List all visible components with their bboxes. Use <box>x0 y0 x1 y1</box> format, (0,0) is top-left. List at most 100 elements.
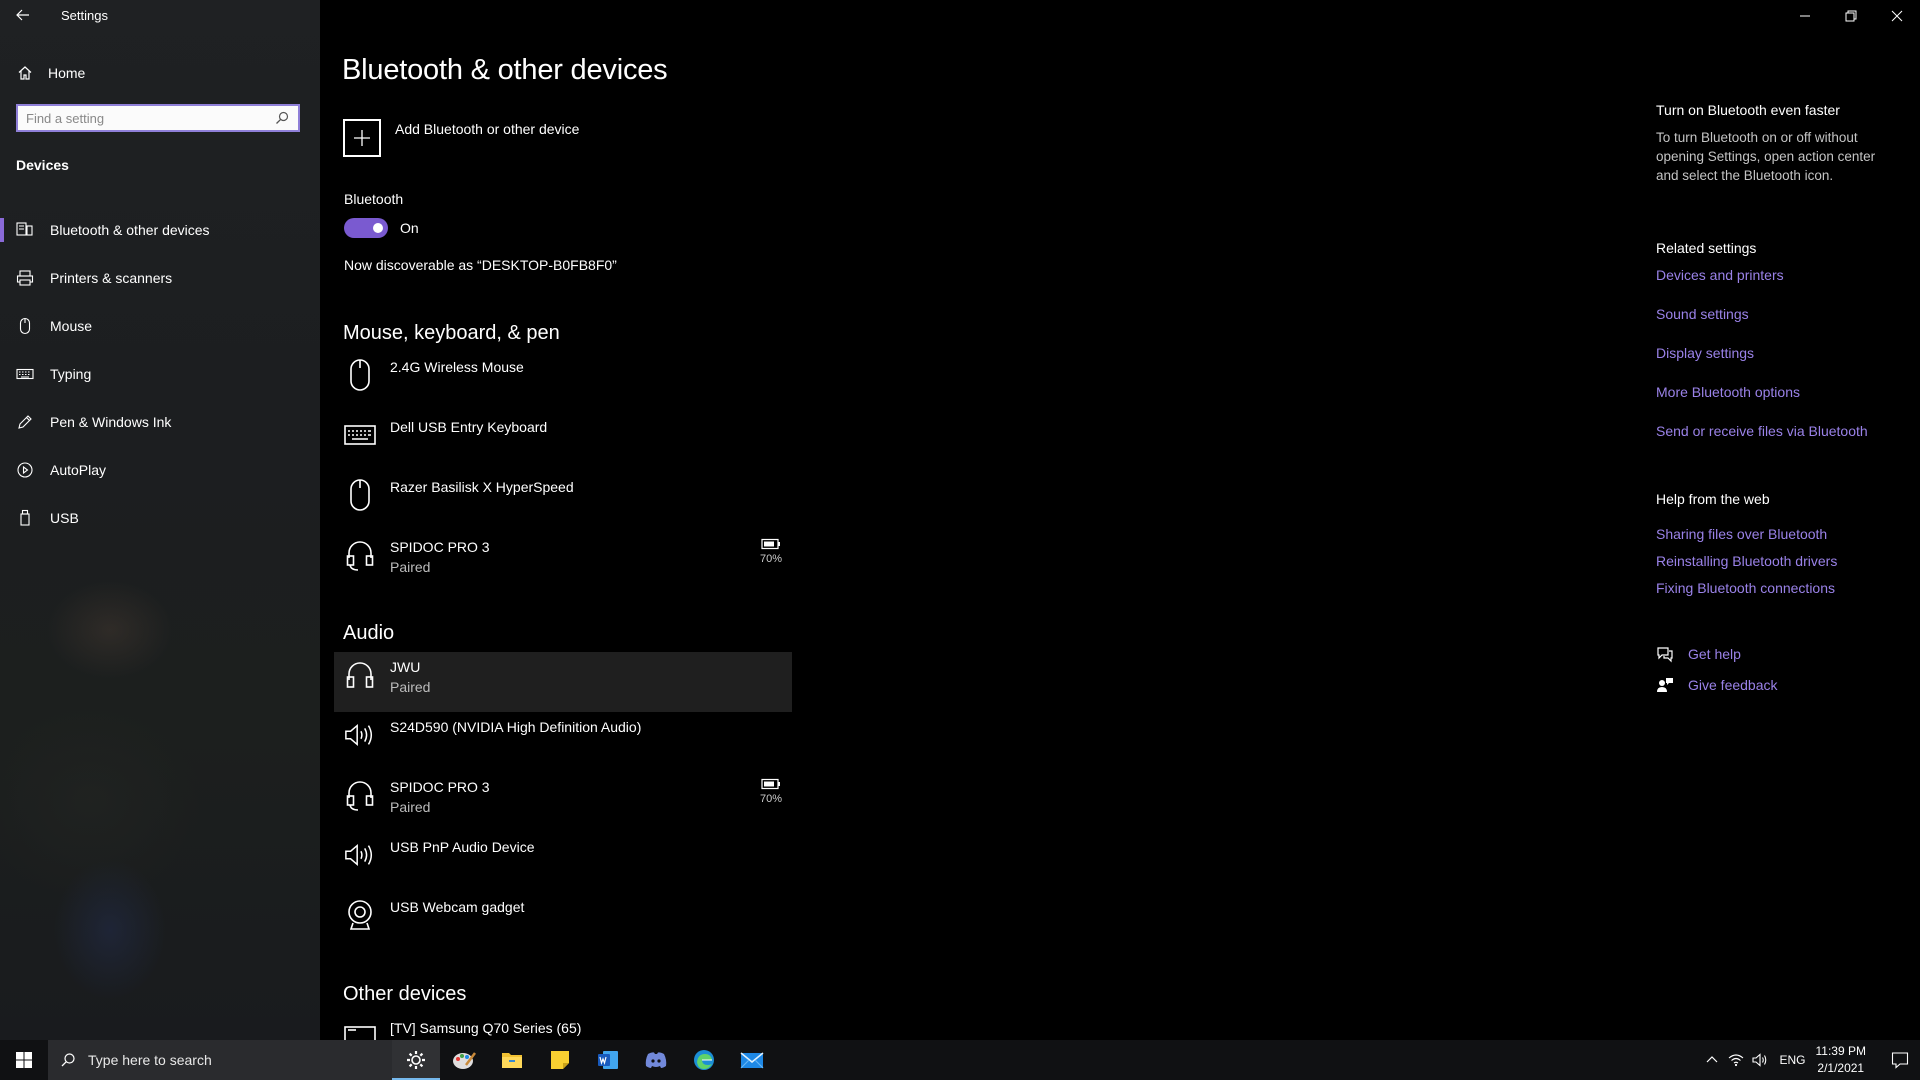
sidebar-item-pen[interactable]: Pen & Windows Ink <box>0 398 320 446</box>
headset-icon <box>344 538 376 572</box>
link-sound-settings[interactable]: Sound settings <box>1656 306 1749 322</box>
sidebar-item-typing[interactable]: Typing <box>0 350 320 398</box>
search-icon <box>61 1053 75 1067</box>
sidebar-item-usb[interactable]: USB <box>0 494 320 542</box>
taskbar: Type here to search ENG 11:39 PM 2/1/202… <box>0 1040 1920 1080</box>
sidebar-home[interactable]: Home <box>16 62 85 84</box>
sidebar-item-label: Mouse <box>50 318 93 334</box>
link-more-bluetooth-options[interactable]: More Bluetooth options <box>1656 384 1800 400</box>
link-send-receive-files[interactable]: Send or receive files via Bluetooth <box>1656 423 1868 439</box>
device-name: Dell USB Entry Keyboard <box>390 419 548 435</box>
home-label: Home <box>48 65 86 81</box>
device-row[interactable]: S24D590 (NVIDIA High Definition Audio) <box>334 712 792 772</box>
system-tray: ENG 11:39 PM 2/1/2021 <box>1700 1040 1920 1080</box>
back-button[interactable] <box>12 4 34 26</box>
device-row[interactable]: JWU Paired <box>334 652 792 712</box>
tip-text: To turn Bluetooth on or off without open… <box>1656 130 1876 183</box>
group-title-mouse-keyboard-pen: Mouse, keyboard, & pen <box>343 322 560 344</box>
settings-icon[interactable] <box>392 1040 440 1080</box>
link-reinstalling-drivers[interactable]: Reinstalling Bluetooth drivers <box>1656 553 1837 569</box>
sidebar-item-mouse[interactable]: Mouse <box>0 302 320 350</box>
link-fixing-connections[interactable]: Fixing Bluetooth connections <box>1656 580 1835 596</box>
device-name: [TV] Samsung Q70 Series (65) <box>390 1020 582 1036</box>
battery-icon <box>761 538 780 550</box>
device-row[interactable]: Dell USB Entry Keyboard <box>334 412 792 472</box>
notification-icon <box>1891 1052 1909 1069</box>
link-sharing-files[interactable]: Sharing files over Bluetooth <box>1656 526 1827 542</box>
keyboard-icon <box>344 418 376 452</box>
device-name: 2.4G Wireless Mouse <box>390 359 524 375</box>
give-feedback-label: Give feedback <box>1688 677 1778 693</box>
chevron-up-icon[interactable] <box>1701 1040 1723 1080</box>
bluetooth-label: Bluetooth <box>344 191 404 207</box>
main-content: Bluetooth & other devices Add Bluetooth … <box>320 0 1600 1040</box>
minimize-icon <box>1800 15 1810 17</box>
windows-logo-icon <box>16 1052 32 1068</box>
autoplay-icon <box>16 461 34 479</box>
clock[interactable]: 11:39 PM 2/1/2021 <box>1816 1043 1866 1077</box>
restore-icon <box>1845 10 1857 22</box>
discoverable-text: Now discoverable as “DESKTOP-B0FB8F0” <box>344 257 617 273</box>
sticky-notes-icon[interactable] <box>536 1040 584 1080</box>
headphones-icon <box>344 658 376 692</box>
sidebar-item-bluetooth[interactable]: Bluetooth & other devices <box>0 206 320 254</box>
search-icon[interactable] <box>272 108 292 128</box>
keyboard-icon <box>16 365 34 383</box>
printer-icon <box>16 269 34 287</box>
add-device-button[interactable]: Add Bluetooth or other device <box>343 119 579 157</box>
add-device-label: Add Bluetooth or other device <box>395 121 580 137</box>
toggle-knob <box>373 223 383 233</box>
link-display-settings[interactable]: Display settings <box>1656 345 1754 361</box>
sidebar-item-label: USB <box>50 510 79 526</box>
device-row[interactable]: SPIDOC PRO 3 Paired 70% <box>334 532 792 592</box>
mail-icon[interactable] <box>728 1040 776 1080</box>
tip-title: Turn on Bluetooth even faster <box>1656 102 1840 118</box>
close-icon <box>1891 10 1903 22</box>
get-help-label: Get help <box>1688 646 1741 662</box>
language-indicator[interactable]: ENG <box>1780 1053 1806 1067</box>
device-row[interactable]: Razer Basilisk X HyperSpeed <box>334 472 792 532</box>
device-name: SPIDOC PRO 3 <box>390 539 490 555</box>
discord-icon[interactable] <box>632 1040 680 1080</box>
action-center-button[interactable] <box>1880 1040 1920 1080</box>
window-controls <box>1782 0 1920 32</box>
device-row[interactable]: SPIDOC PRO 3 Paired 70% <box>334 772 792 832</box>
device-row[interactable]: USB Webcam gadget <box>334 892 792 952</box>
bluetooth-toggle[interactable] <box>344 218 388 238</box>
plus-icon <box>343 119 381 157</box>
device-row[interactable]: [TV] Samsung Q70 Series (65) <box>334 1013 792 1040</box>
minimize-button[interactable] <box>1782 0 1828 32</box>
word-icon[interactable] <box>584 1040 632 1080</box>
headset-icon <box>344 778 376 812</box>
speaker-icon <box>344 838 376 872</box>
back-arrow-icon <box>16 9 29 21</box>
device-list-audio: JWU Paired S24D590 (NVIDIA High Definiti… <box>334 652 792 952</box>
sidebar-item-autoplay[interactable]: AutoPlay <box>0 446 320 494</box>
group-title-other-devices: Other devices <box>343 983 467 1005</box>
battery-percentage: 70% <box>759 793 782 805</box>
taskbar-search[interactable]: Type here to search <box>48 1040 392 1080</box>
edge-icon[interactable] <box>680 1040 728 1080</box>
paint-icon[interactable] <box>440 1040 488 1080</box>
get-help-link[interactable]: Get help <box>1656 645 1741 663</box>
restore-button[interactable] <box>1828 0 1874 32</box>
network-icon[interactable] <box>1725 1040 1747 1080</box>
device-row[interactable]: USB PnP Audio Device <box>334 832 792 892</box>
device-status: Paired <box>390 679 431 695</box>
usb-icon <box>16 509 34 527</box>
start-button[interactable] <box>0 1040 48 1080</box>
device-row[interactable]: 2.4G Wireless Mouse <box>334 352 792 412</box>
search-input[interactable] <box>18 106 272 130</box>
device-name: SPIDOC PRO 3 <box>390 779 490 795</box>
bluetooth-state: On <box>400 220 419 236</box>
group-title-audio: Audio <box>343 622 395 644</box>
page-title: Bluetooth & other devices <box>342 54 668 86</box>
find-setting-search[interactable] <box>16 104 300 132</box>
file-explorer-icon[interactable] <box>488 1040 536 1080</box>
give-feedback-link[interactable]: Give feedback <box>1656 676 1778 694</box>
link-devices-and-printers[interactable]: Devices and printers <box>1656 267 1784 283</box>
close-button[interactable] <box>1874 0 1920 32</box>
battery-icon <box>761 778 780 790</box>
volume-icon[interactable] <box>1749 1040 1771 1080</box>
sidebar-item-printers[interactable]: Printers & scanners <box>0 254 320 302</box>
